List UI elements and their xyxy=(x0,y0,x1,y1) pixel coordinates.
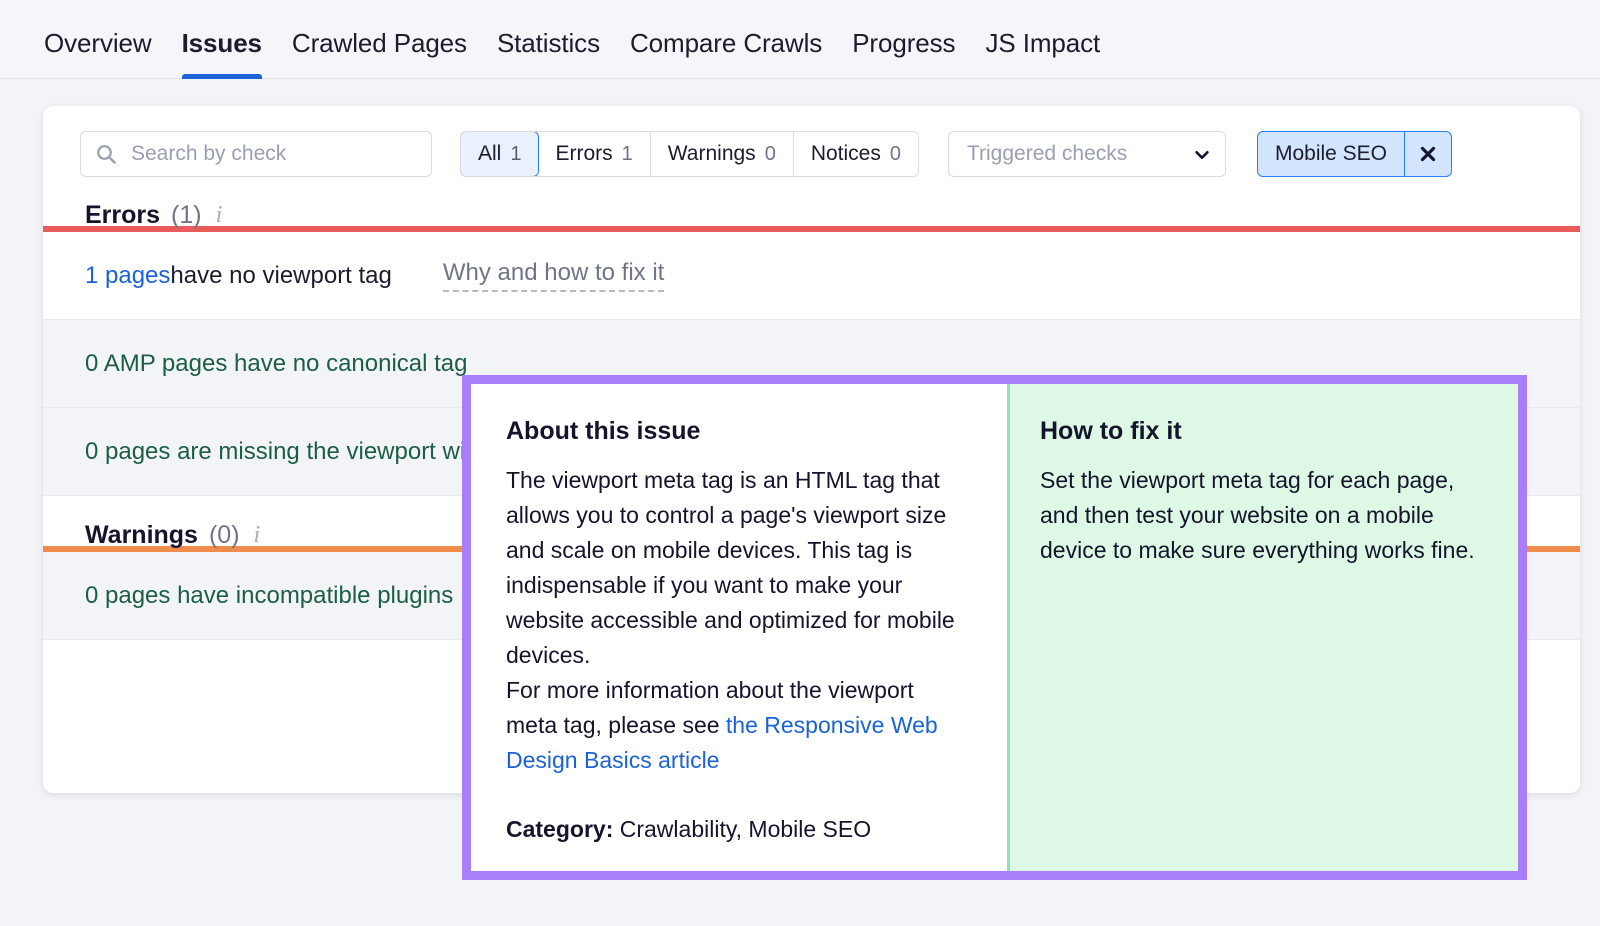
filter-toolbar: All 1 Errors 1 Warnings 0 Notices 0 Trig… xyxy=(43,106,1580,176)
errors-count: (1) xyxy=(171,201,202,230)
tab-compare-crawls[interactable]: Compare Crawls xyxy=(630,30,822,78)
tab-issues[interactable]: Issues xyxy=(182,30,262,78)
triggered-checks-label: Triggered checks xyxy=(967,142,1127,166)
segment-all-count: 1 xyxy=(510,143,521,166)
triggered-checks-dropdown[interactable]: Triggered checks xyxy=(948,131,1226,177)
info-icon[interactable]: i xyxy=(254,522,261,549)
issue-pages-link[interactable]: 1 pages xyxy=(85,262,170,290)
search-input-wrapper[interactable] xyxy=(80,131,432,177)
search-input[interactable] xyxy=(129,141,417,167)
segment-errors-count: 1 xyxy=(622,143,633,166)
segment-notices[interactable]: Notices 0 xyxy=(794,132,918,176)
main-nav: Overview Issues Crawled Pages Statistics… xyxy=(0,0,1600,79)
table-row[interactable]: 1 pages have no viewport tag Why and how… xyxy=(43,232,1580,320)
about-this-issue-pane: About this issue The viewport meta tag i… xyxy=(471,384,1007,871)
segment-warnings-label: Warnings xyxy=(668,142,756,166)
segment-warnings[interactable]: Warnings 0 xyxy=(651,132,794,176)
close-icon[interactable] xyxy=(1404,132,1451,176)
how-to-fix-it-pane: How to fix it Set the viewport meta tag … xyxy=(1007,384,1518,871)
segment-errors-label: Errors xyxy=(555,142,612,166)
about-paragraph-1: The viewport meta tag is an HTML tag tha… xyxy=(506,463,971,673)
about-paragraph-2: For more information about the viewport … xyxy=(506,673,971,778)
how-to-fix-heading: How to fix it xyxy=(1040,417,1486,446)
active-filter-chip-mobile-seo[interactable]: Mobile SEO xyxy=(1257,131,1452,177)
errors-title: Errors xyxy=(85,201,160,230)
chevron-down-icon xyxy=(1193,146,1209,162)
segment-all-label: All xyxy=(478,142,501,166)
search-icon xyxy=(95,143,117,165)
category-label: Category: xyxy=(506,816,613,842)
info-icon[interactable]: i xyxy=(216,202,223,229)
tab-statistics[interactable]: Statistics xyxy=(497,30,600,78)
segment-errors[interactable]: Errors 1 xyxy=(538,132,650,176)
tab-progress[interactable]: Progress xyxy=(852,30,955,78)
errors-section-header: Errors (1) i xyxy=(43,176,1580,226)
chip-label: Mobile SEO xyxy=(1258,142,1404,166)
issue-label: 0 pages have incompatible plugins xyxy=(85,582,453,610)
tab-crawled-pages[interactable]: Crawled Pages xyxy=(292,30,467,78)
issue-info-popup: About this issue The viewport meta tag i… xyxy=(462,375,1527,880)
segment-all[interactable]: All 1 xyxy=(460,131,539,177)
segment-notices-count: 0 xyxy=(890,143,901,166)
warnings-title: Warnings xyxy=(85,521,198,550)
warnings-count: (0) xyxy=(209,521,240,550)
segment-notices-label: Notices xyxy=(811,142,881,166)
issue-label: 0 AMP pages have no canonical tag xyxy=(85,350,468,378)
tab-overview[interactable]: Overview xyxy=(44,30,152,78)
about-heading: About this issue xyxy=(506,417,971,446)
segment-warnings-count: 0 xyxy=(765,143,776,166)
how-to-fix-paragraph: Set the viewport meta tag for each page,… xyxy=(1040,463,1486,568)
category-value: Crawlability, Mobile SEO xyxy=(613,816,871,842)
issue-label: have no viewport tag xyxy=(170,262,391,290)
why-and-how-to-fix-it-link[interactable]: Why and how to fix it xyxy=(443,259,664,292)
issue-type-segmented-control: All 1 Errors 1 Warnings 0 Notices 0 xyxy=(460,131,919,177)
tab-js-impact[interactable]: JS Impact xyxy=(985,30,1100,78)
category-line: Category: Crawlability, Mobile SEO xyxy=(506,816,971,843)
